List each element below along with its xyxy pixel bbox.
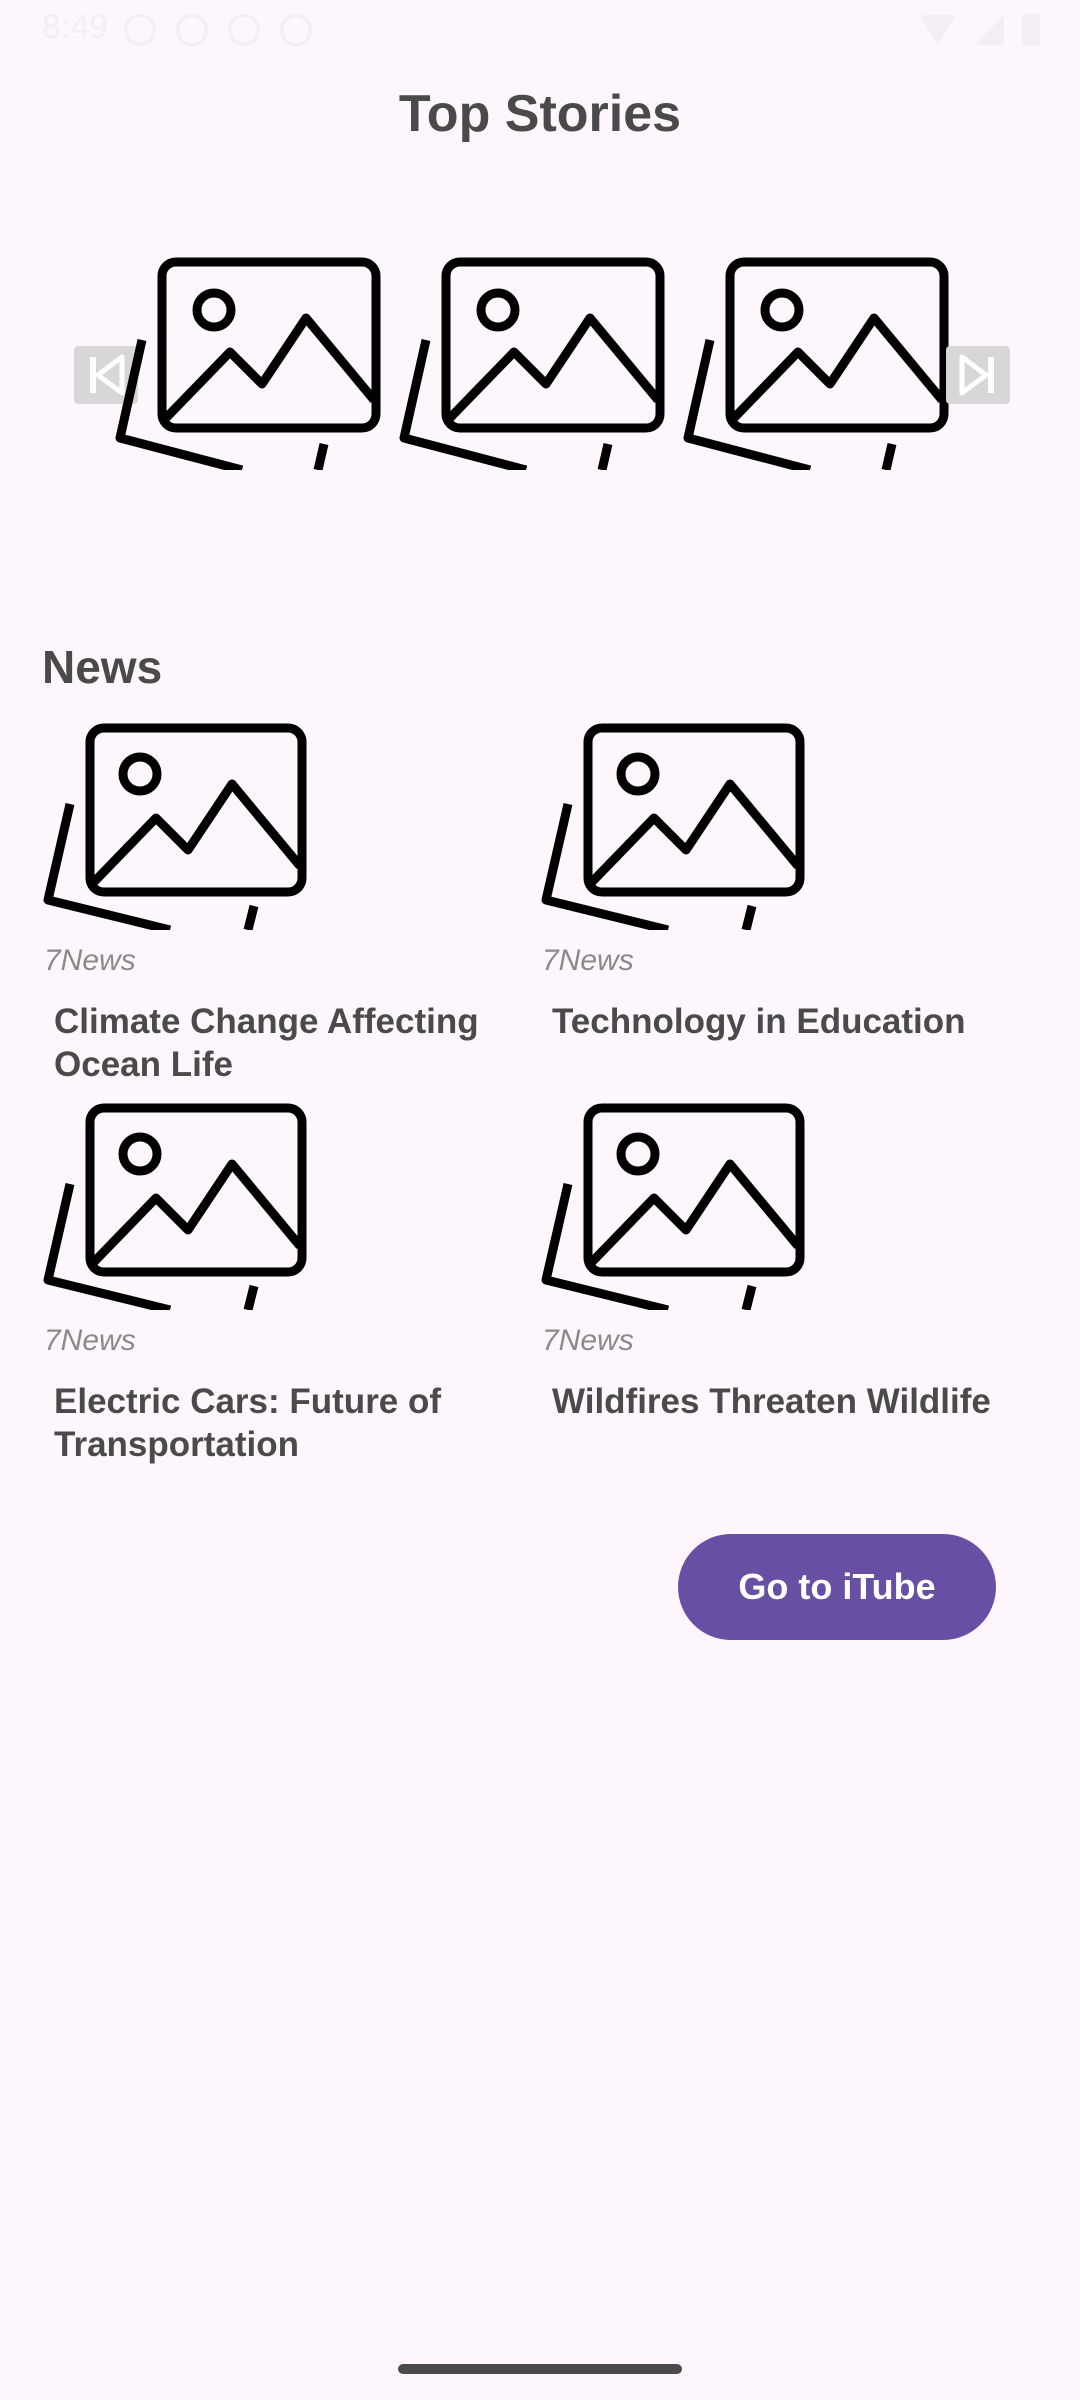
carousel-next-button[interactable] <box>946 346 1010 404</box>
news-title-line: Climate Change Affecting <box>54 1002 479 1041</box>
news-title[interactable]: Climate Change Affecting Ocean Life <box>54 1000 522 1086</box>
page-title: Top Stories <box>398 85 682 143</box>
news-card[interactable]: 7News Electric Cars: Future of Transport… <box>42 1100 522 1466</box>
news-title-line: Ocean Life <box>54 1045 233 1084</box>
go-to-itube-button[interactable]: Go to iTube <box>678 1534 996 1640</box>
image-placeholder-icon <box>43 1103 307 1310</box>
news-title[interactable]: Electric Cars: Future of Transportation <box>54 1380 522 1466</box>
news-source: 7News <box>44 944 136 977</box>
image-placeholder-icon <box>541 1103 805 1310</box>
image-placeholder-icon <box>115 257 381 470</box>
cell-signal-icon <box>974 15 1004 45</box>
image-placeholder-icon <box>43 723 307 930</box>
news-card[interactable]: 7News Wildfires Threaten Wildlife <box>540 1100 1020 1423</box>
image-placeholder-icon <box>683 257 949 470</box>
news-section-title: News <box>42 641 163 693</box>
news-source: 7News <box>542 944 634 977</box>
news-card[interactable]: 7News Technology in Education <box>540 720 1020 1043</box>
news-title-line: Wildfires Threaten Wildlife <box>552 1382 991 1421</box>
wifi-icon <box>920 15 956 45</box>
carousel-image[interactable] <box>396 250 666 470</box>
notification-icon <box>280 14 312 46</box>
news-card[interactable]: 7News Climate Change Affecting Ocean Lif… <box>42 720 522 1086</box>
news-title-line: Technology in Education <box>552 1002 966 1041</box>
top-stories-carousel[interactable] <box>0 250 1080 480</box>
image-placeholder-icon <box>399 257 665 470</box>
news-title-line: Transportation <box>54 1425 300 1464</box>
notification-icon <box>228 14 260 46</box>
skip-next-icon <box>959 354 994 396</box>
news-title-line: Electric Cars: Future of <box>54 1382 442 1421</box>
home-indicator[interactable] <box>398 2364 682 2374</box>
image-placeholder-icon <box>541 723 805 930</box>
system-icons <box>920 14 1040 46</box>
news-source: 7News <box>44 1324 136 1357</box>
status-time: 8:49 <box>42 8 109 46</box>
carousel-image[interactable] <box>680 250 950 470</box>
news-source: 7News <box>542 1324 634 1357</box>
status-bar: 8:49 <box>0 0 1080 60</box>
notification-icon <box>124 14 156 46</box>
notification-icon <box>176 14 208 46</box>
carousel-image[interactable] <box>112 250 382 470</box>
battery-icon <box>1022 14 1040 46</box>
notification-icons <box>124 14 312 46</box>
news-title[interactable]: Wildfires Threaten Wildlife <box>552 1380 1020 1423</box>
news-title[interactable]: Technology in Education <box>552 1000 1020 1043</box>
